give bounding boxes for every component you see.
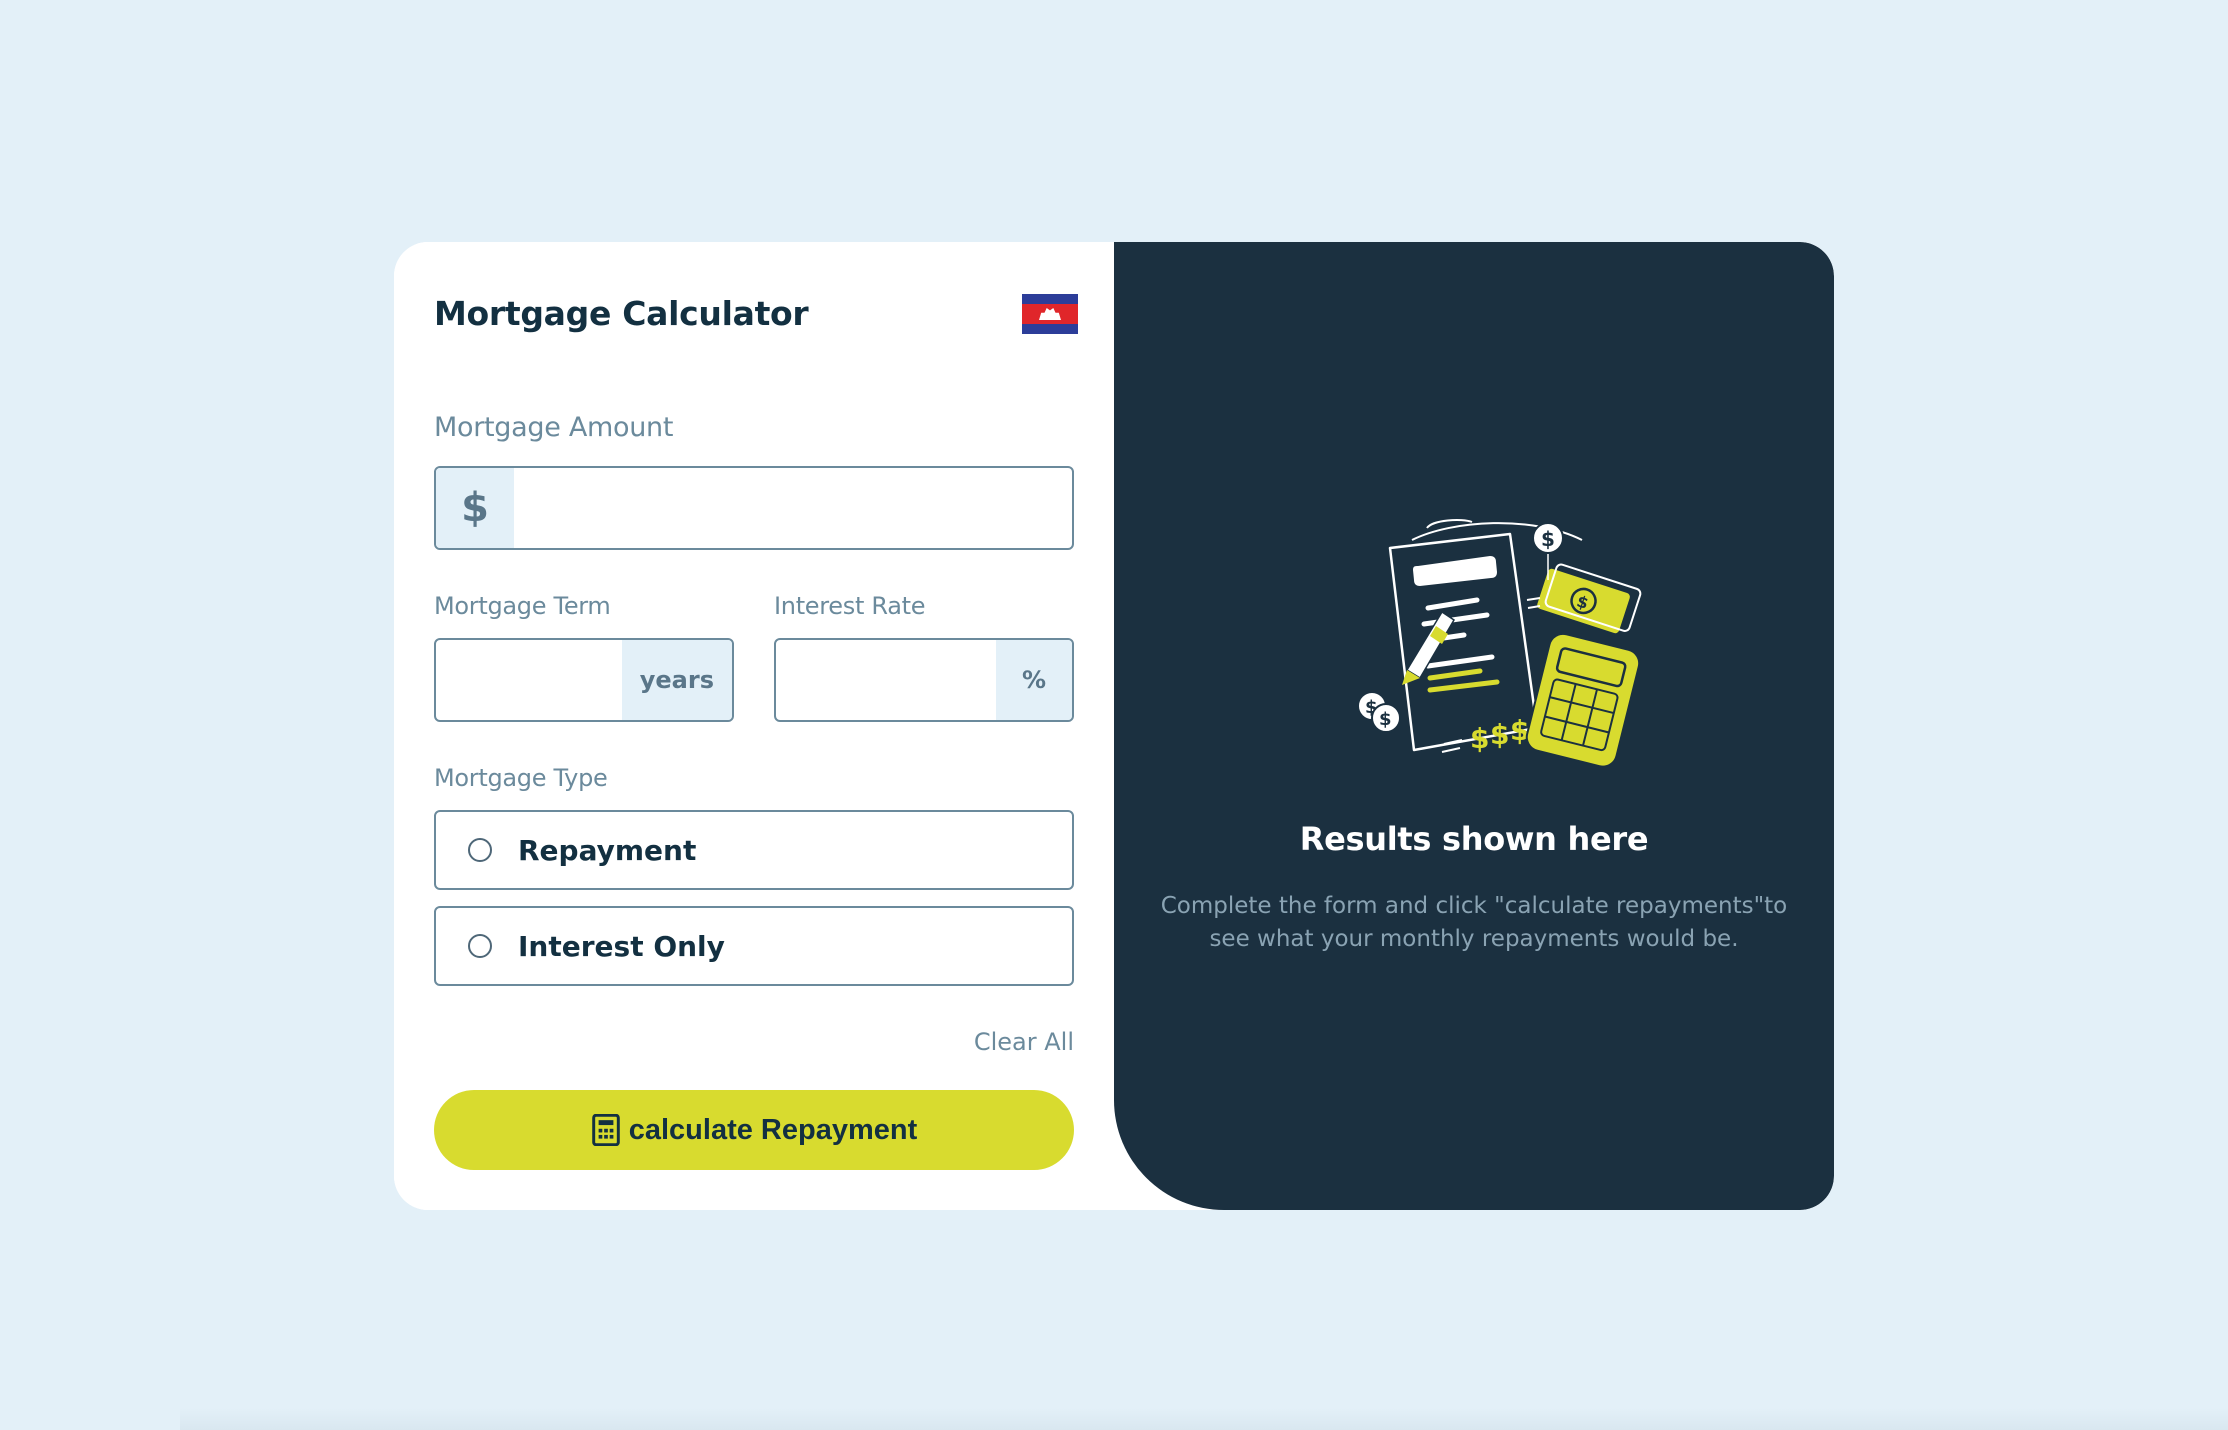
interest-rate-input[interactable]	[776, 640, 996, 720]
calculate-button-label: calculate Repayment	[628, 1113, 918, 1146]
mortgage-term-input[interactable]	[436, 640, 622, 720]
bottom-shadow	[180, 1408, 2228, 1430]
cambodia-flag-icon[interactable]	[1022, 294, 1078, 334]
empty-results-illustration: $ $ $ $ $ $ $	[1357, 519, 1642, 768]
results-title: Results shown here	[1299, 820, 1649, 858]
page-title: Mortgage Calculator	[434, 294, 809, 333]
clear-all-link[interactable]: Clear All	[974, 1028, 1074, 1056]
radio-button[interactable]	[468, 934, 492, 958]
radio-option-interest-only[interactable]: Interest Only	[434, 906, 1074, 986]
svg-text:$: $	[1379, 709, 1392, 730]
calculate-repayment-button[interactable]: calculate Repayment	[434, 1090, 1074, 1170]
mortgage-amount-input[interactable]	[514, 468, 1072, 548]
mortgage-type-label: Mortgage Type	[434, 764, 608, 792]
mortgage-term-field[interactable]: years	[434, 638, 734, 722]
svg-text:$: $	[1541, 527, 1555, 551]
mortgage-amount-label: Mortgage Amount	[434, 412, 674, 443]
svg-text:$: $	[1470, 722, 1489, 755]
years-suffix: years	[621, 640, 732, 720]
mortgage-term-label: Mortgage Term	[434, 592, 611, 620]
interest-rate-field[interactable]: %	[774, 638, 1074, 722]
percent-suffix: %	[996, 640, 1072, 720]
radio-label: Repayment	[518, 833, 697, 867]
radio-button[interactable]	[468, 838, 492, 862]
radio-option-repayment[interactable]: Repayment	[434, 810, 1074, 890]
calculator-icon	[591, 1114, 620, 1146]
form-panel: Mortgage Calculator Mortgage Amount $ Mo…	[394, 242, 1114, 1210]
svg-text:$: $	[1510, 714, 1529, 747]
radio-label: Interest Only	[518, 929, 725, 963]
dollar-prefix: $	[436, 468, 514, 548]
results-panel: $ $ $ $ $ $ $ Results shown here Complet…	[1114, 242, 1834, 1210]
mortgage-amount-field[interactable]: $	[434, 466, 1074, 550]
svg-text:$: $	[1490, 718, 1509, 751]
mortgage-calculator-card: Mortgage Calculator Mortgage Amount $ Mo…	[394, 242, 1834, 1210]
results-description: Complete the form and click "calculate r…	[1160, 893, 1788, 952]
interest-rate-label: Interest Rate	[774, 592, 926, 620]
